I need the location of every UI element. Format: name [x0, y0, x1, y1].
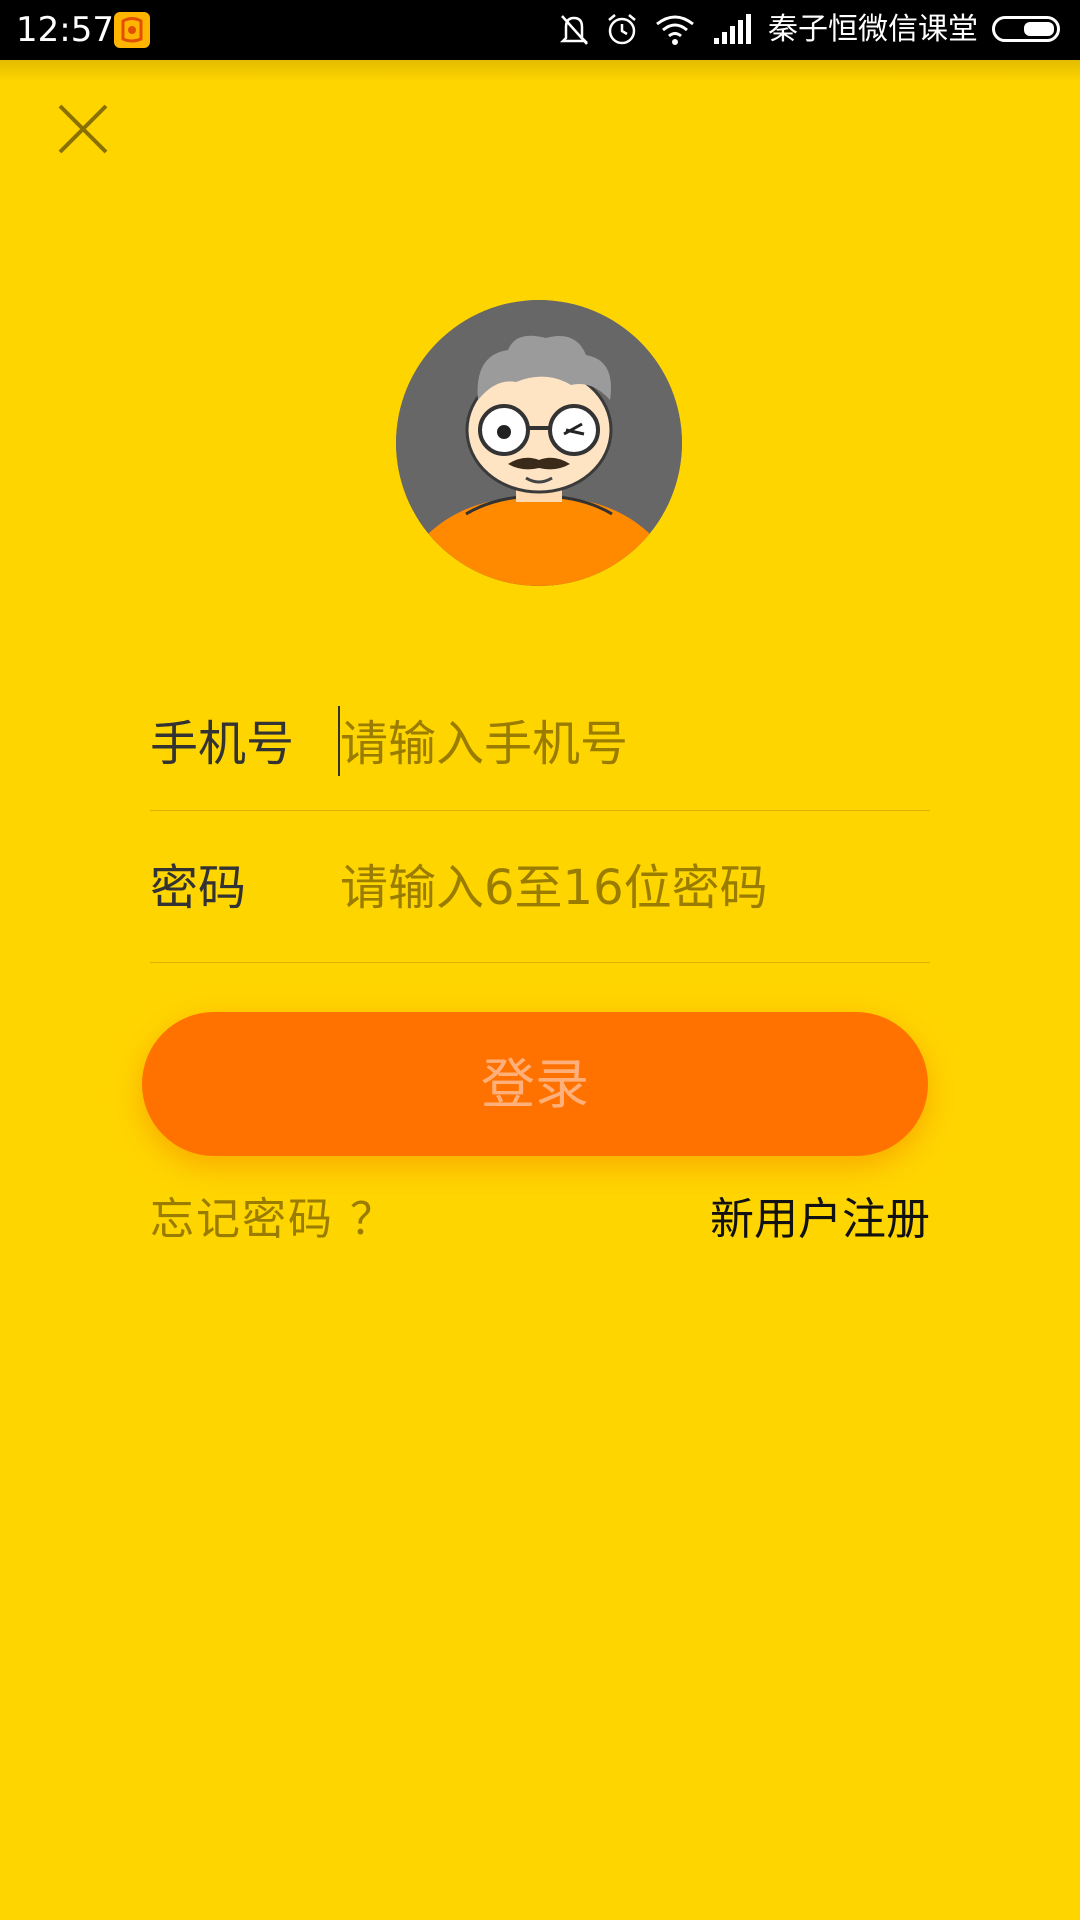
phone-divider [150, 810, 930, 811]
status-bar: 12:57 秦子恒微信课堂 [0, 0, 1080, 60]
password-divider [150, 962, 930, 963]
signal-icon [714, 14, 751, 44]
text-cursor [338, 706, 340, 776]
forgot-password-link[interactable]: 忘记密码 ？ [150, 1190, 396, 1250]
login-button[interactable]: 登录 [142, 1012, 928, 1156]
register-link[interactable]: 新用户注册 [710, 1190, 930, 1250]
close-icon[interactable] [56, 102, 110, 156]
password-row: 密码 [150, 858, 930, 918]
mute-bell-icon [559, 15, 589, 45]
alarm-icon [608, 14, 636, 45]
app-icon [114, 12, 150, 48]
status-time: 12:57 [16, 10, 114, 50]
password-input[interactable] [340, 858, 900, 918]
wifi-icon [656, 15, 694, 45]
phone-row: 手机号 [150, 714, 930, 774]
battery-icon [992, 16, 1060, 42]
password-label: 密码 [150, 860, 247, 916]
avatar [396, 300, 682, 586]
phone-label: 手机号 [150, 716, 295, 772]
header-shadow [0, 60, 1080, 82]
carrier-name: 秦子恒微信课堂 [768, 12, 978, 47]
phone-input[interactable] [340, 714, 900, 774]
